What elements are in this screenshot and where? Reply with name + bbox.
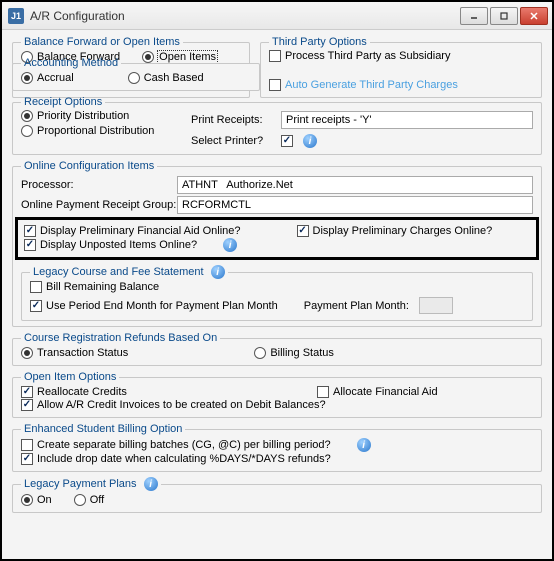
check-include-drop-date[interactable]: Include drop date when calculating %DAYS… <box>21 453 331 465</box>
maximize-button[interactable] <box>490 7 518 25</box>
refunds-group: Course Registration Refunds Based On Tra… <box>12 332 542 366</box>
app-icon: J1 <box>8 8 24 24</box>
group-legend: Balance Forward or Open Items <box>21 36 183 48</box>
check-auto-generate-charges[interactable]: Auto Generate Third Party Charges <box>269 79 517 91</box>
radio-transaction-status[interactable]: Transaction Status <box>21 347 128 359</box>
print-receipts-input[interactable] <box>281 111 533 129</box>
radio-priority-distribution[interactable]: Priority Distribution <box>21 110 165 122</box>
group-legend: Legacy Course and Fee Statement i <box>30 265 228 279</box>
group-legend: Receipt Options <box>21 96 105 108</box>
radio-legacy-off[interactable]: Off <box>74 494 104 506</box>
radio-billing-status[interactable]: Billing Status <box>254 347 334 359</box>
radio-proportional-distribution[interactable]: Proportional Distribution <box>21 125 165 137</box>
group-legend: Open Item Options <box>21 371 119 383</box>
info-icon[interactable]: i <box>144 477 158 491</box>
close-button[interactable] <box>520 7 548 25</box>
content-area: Balance Forward or Open Items Balance Fo… <box>2 30 552 559</box>
check-create-batches[interactable]: Create separate billing batches (CG, @C)… <box>21 439 331 451</box>
receipt-options-group: Receipt Options Priority Distribution Pr… <box>12 96 542 155</box>
info-icon[interactable]: i <box>211 265 225 279</box>
legacy-statement-group: Legacy Course and Fee Statement i Bill R… <box>21 265 533 321</box>
minimize-button[interactable] <box>460 7 488 25</box>
group-legend: Online Configuration Items <box>21 160 157 172</box>
check-select-printer[interactable] <box>281 135 293 147</box>
radio-cash-based[interactable]: Cash Based <box>128 72 204 84</box>
open-item-options-group: Open Item Options Reallocate Credits All… <box>12 371 542 418</box>
highlighted-options: Display Preliminary Financial Aid Online… <box>15 217 539 260</box>
group-legend: Accounting Method <box>21 57 121 69</box>
radio-legacy-on[interactable]: On <box>21 494 52 506</box>
processor-label: Processor: <box>21 179 177 191</box>
group-legend: Enhanced Student Billing Option <box>21 423 185 435</box>
check-reallocate-credits[interactable]: Reallocate Credits <box>21 386 301 398</box>
check-process-third-party[interactable]: Process Third Party as Subsidiary <box>269 50 517 62</box>
receipt-group-input[interactable] <box>177 196 533 214</box>
legacy-payment-plans-group: Legacy Payment Plans i On Off <box>12 477 542 513</box>
third-party-group: Third Party Options Process Third Party … <box>260 36 542 98</box>
print-receipts-label: Print Receipts: <box>191 114 275 126</box>
check-display-unposted[interactable]: Display Unposted Items Online? <box>24 239 197 251</box>
group-legend: Legacy Payment Plans i <box>21 477 161 491</box>
select-printer-label: Select Printer? <box>191 135 275 147</box>
group-legend: Course Registration Refunds Based On <box>21 332 220 344</box>
enhanced-billing-group: Enhanced Student Billing Option Create s… <box>12 423 542 472</box>
check-allocate-financial-aid[interactable]: Allocate Financial Aid <box>317 386 438 398</box>
check-display-prelim-aid[interactable]: Display Preliminary Financial Aid Online… <box>24 225 241 237</box>
check-use-period-end[interactable]: Use Period End Month for Payment Plan Mo… <box>30 300 278 312</box>
payment-plan-month-label: Payment Plan Month: <box>304 300 409 312</box>
processor-input[interactable] <box>177 176 533 194</box>
check-allow-credit-invoices[interactable]: Allow A/R Credit Invoices to be created … <box>21 399 326 411</box>
radio-accrual[interactable]: Accrual <box>21 72 74 84</box>
info-icon[interactable]: i <box>223 238 237 252</box>
online-config-group: Online Configuration Items Processor: On… <box>12 160 542 327</box>
check-bill-remaining[interactable]: Bill Remaining Balance <box>30 281 508 293</box>
accounting-method-group: Accounting Method Accrual Cash Based <box>12 57 260 91</box>
window-title: A/R Configuration <box>30 9 458 23</box>
info-icon[interactable]: i <box>357 438 371 452</box>
titlebar: J1 A/R Configuration <box>2 2 552 30</box>
group-legend: Third Party Options <box>269 36 370 48</box>
payment-plan-month-input[interactable] <box>419 297 453 314</box>
info-icon[interactable]: i <box>303 134 317 148</box>
receipt-group-label: Online Payment Receipt Group: <box>21 199 177 211</box>
check-display-prelim-charges[interactable]: Display Preliminary Charges Online? <box>297 225 493 237</box>
